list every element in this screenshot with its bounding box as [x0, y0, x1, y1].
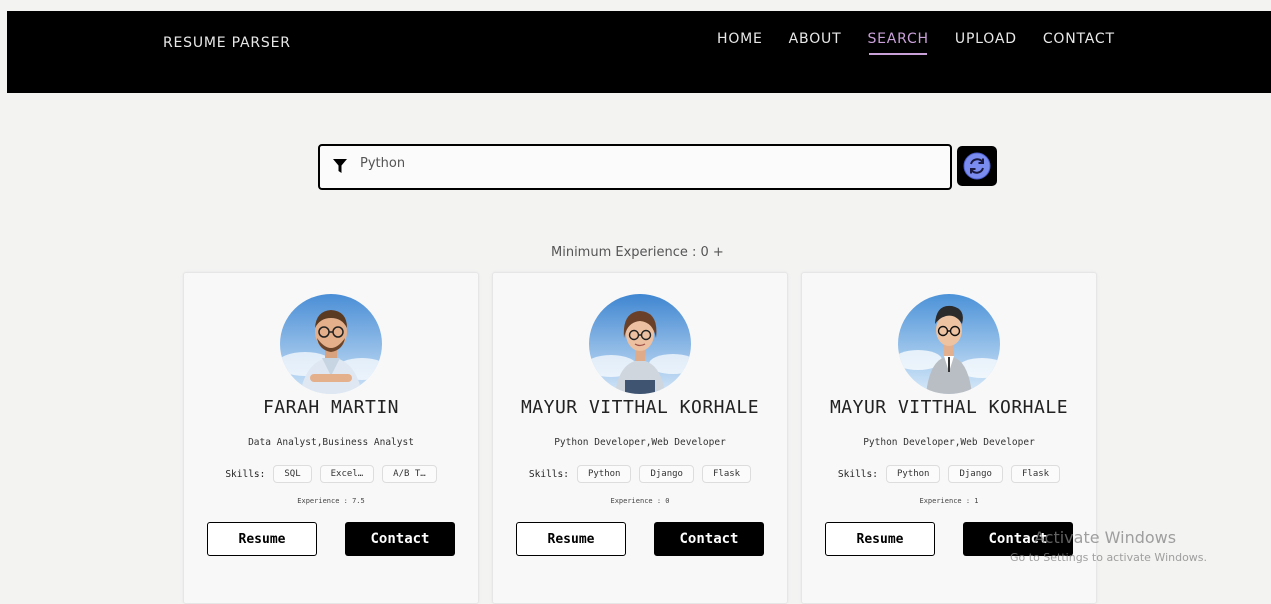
nav-search[interactable]: SEARCH: [867, 31, 928, 55]
avatar: [898, 294, 1000, 394]
experience-label: Experience : 0: [610, 497, 670, 505]
skill-chip: Flask: [701, 465, 752, 483]
skills-row: Skills: Python Django Flask: [802, 465, 1096, 483]
watermark-subtitle: Go to Settings to activate Windows.: [1010, 551, 1208, 564]
skill-chip: Python: [576, 465, 632, 483]
main-nav: HOME ABOUT SEARCH UPLOAD CONTACT: [717, 31, 1141, 55]
candidate-roles: Data Analyst,Business Analyst: [248, 437, 414, 448]
candidate-roles: Python Developer,Web Developer: [863, 437, 1035, 448]
resume-button[interactable]: Resume: [207, 522, 317, 556]
refresh-icon: [963, 152, 991, 180]
skill-chip: Django: [948, 465, 1003, 483]
contact-button[interactable]: Contact: [654, 522, 764, 556]
skill-chip: Django: [639, 465, 694, 483]
brand-logo-text[interactable]: RESUME PARSER: [163, 35, 291, 51]
nav-upload[interactable]: UPLOAD: [955, 31, 1017, 55]
skill-chip: Excel…: [319, 465, 375, 483]
nav-home[interactable]: HOME: [717, 31, 763, 55]
skill-chip: A/B T…: [382, 465, 437, 483]
top-navbar: RESUME PARSER HOME ABOUT SEARCH UPLOAD C…: [7, 11, 1271, 93]
candidate-name: FARAH MARTIN: [262, 397, 400, 418]
refresh-button[interactable]: [957, 146, 997, 186]
contact-button[interactable]: Contact: [345, 522, 455, 556]
candidate-roles: Python Developer,Web Developer: [554, 437, 726, 448]
activate-windows-watermark: Activate Windows Go to Settings to activ…: [1010, 528, 1207, 564]
candidate-name: MAYUR VITTHAL KORHALE: [829, 397, 1069, 418]
candidate-card: FARAH MARTIN Data Analyst,Business Analy…: [183, 272, 479, 604]
candidate-card: MAYUR VITTHAL KORHALE Python Developer,W…: [492, 272, 788, 604]
experience-label: Experience : 1: [919, 497, 979, 505]
skill-chip: SQL: [273, 465, 312, 483]
candidate-name: MAYUR VITTHAL KORHALE: [520, 397, 760, 418]
avatar: [280, 294, 382, 394]
skills-row: Skills: SQL Excel… A/B T…: [184, 465, 478, 483]
watermark-title: Activate Windows: [1034, 528, 1177, 547]
filter-icon: [333, 159, 347, 173]
nav-about[interactable]: ABOUT: [789, 31, 842, 55]
avatar: [589, 294, 691, 394]
resume-button[interactable]: Resume: [825, 522, 935, 556]
search-bar: [318, 144, 952, 190]
skills-row: Skills: Python Django Flask: [493, 465, 787, 483]
skill-chip: Flask: [1010, 465, 1061, 483]
search-input[interactable]: [360, 156, 920, 171]
nav-contact[interactable]: CONTACT: [1043, 31, 1115, 55]
skills-label: Skills:: [225, 468, 266, 480]
skills-label: Skills:: [837, 468, 878, 480]
skills-label: Skills:: [528, 468, 569, 480]
resume-button[interactable]: Resume: [516, 522, 626, 556]
skill-chip: Python: [885, 465, 941, 483]
min-experience-label[interactable]: Minimum Experience : 0 +: [551, 245, 724, 260]
experience-label: Experience : 7.5: [297, 497, 365, 505]
